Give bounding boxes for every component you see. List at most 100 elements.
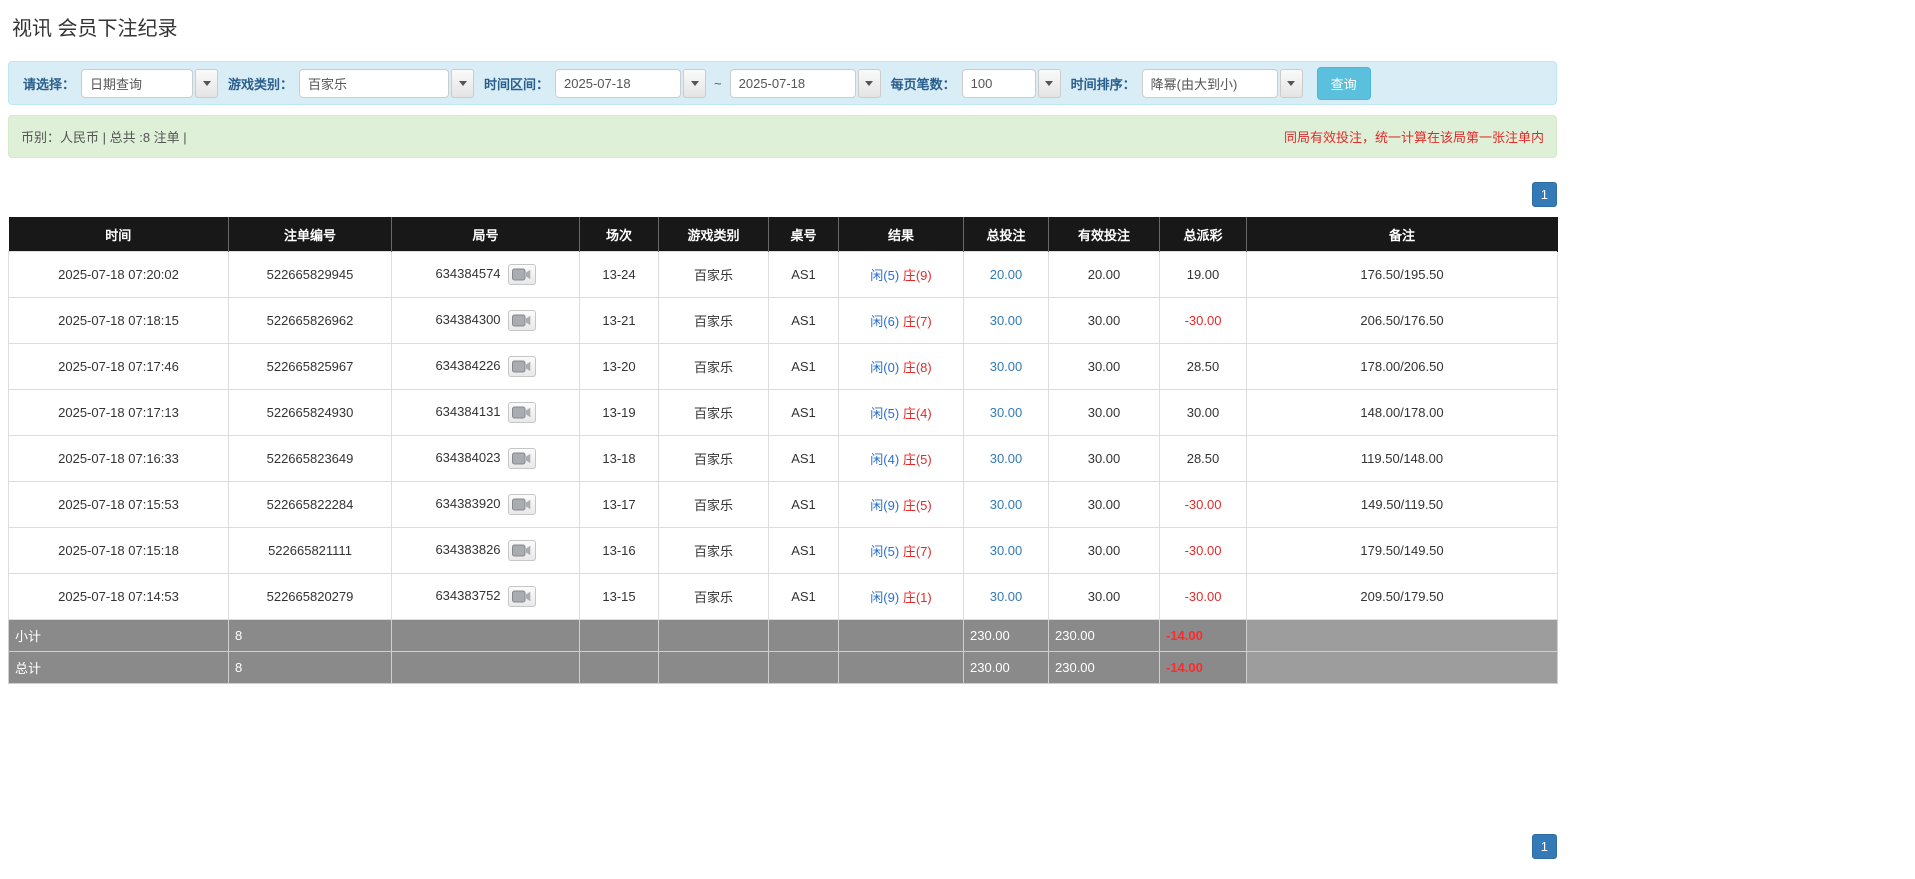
total-bet-link[interactable]: 30.00 [990, 497, 1023, 512]
video-replay-button[interactable] [507, 402, 536, 423]
session-cell: 13-20 [579, 343, 659, 390]
round-id-text: 634384574 [435, 265, 501, 281]
date-to-dropdown-button[interactable] [857, 68, 881, 98]
date-from-input[interactable] [555, 68, 682, 98]
sort-order-label: 时间排序： [1070, 76, 1136, 92]
page-size-input[interactable] [961, 68, 1036, 98]
video-replay-button[interactable] [507, 586, 536, 607]
query-type-input[interactable] [81, 68, 194, 98]
time-cell: 2025-07-18 07:16:33 [8, 435, 229, 482]
table-row: 2025-07-18 07:20:02 522665829945 6343845… [8, 251, 1558, 298]
total-bet-link[interactable]: 30.00 [990, 359, 1023, 374]
bet-id-cell: 522665829945 [228, 251, 392, 298]
round-id-text: 634383826 [435, 541, 501, 557]
video-replay-button[interactable] [507, 356, 536, 377]
table-row: 2025-07-18 07:16:33 522665823649 6343840… [8, 435, 1558, 482]
table-row: 2025-07-18 07:15:53 522665822284 6343839… [8, 481, 1558, 528]
result-banker: 庄(9) [902, 268, 932, 283]
valid-bet-cell: 20.00 [1048, 251, 1160, 298]
pagination-page-button[interactable]: 1 [1531, 182, 1557, 207]
total-bet-link[interactable]: 30.00 [990, 313, 1023, 328]
table-row: 2025-07-18 07:14:53 522665820279 6343837… [8, 573, 1558, 620]
query-type-combobox [81, 68, 219, 98]
subtotal-row: 小计 8 230.00 230.00 -14.00 [8, 619, 1558, 652]
remark-cell: 178.00/206.50 [1246, 343, 1558, 390]
table-row: 2025-07-18 07:17:46 522665825967 6343842… [8, 343, 1558, 390]
remark-cell: 206.50/176.50 [1246, 297, 1558, 344]
sort-order-input[interactable] [1141, 68, 1278, 98]
time-cell: 2025-07-18 07:17:46 [8, 343, 229, 390]
total-bet-link[interactable]: 30.00 [990, 451, 1023, 466]
subtotal-count: 8 [228, 619, 392, 652]
chevron-down-icon [865, 80, 874, 86]
round-id-cell: 634383752 [391, 573, 580, 620]
game-type-cell: 百家乐 [658, 573, 769, 620]
result-cell: 闲(5) 庄(9) [838, 251, 964, 298]
header-bet-id: 注单编号 [228, 217, 392, 252]
game-type-input[interactable] [299, 68, 450, 98]
header-result: 结果 [838, 217, 964, 252]
result-banker: 庄(7) [902, 544, 932, 559]
total-bet-link[interactable]: 30.00 [990, 405, 1023, 420]
result-player: 闲(6) [870, 314, 900, 329]
video-replay-button[interactable] [507, 448, 536, 469]
result-cell: 闲(4) 庄(5) [838, 435, 964, 482]
round-id-cell: 634384300 [391, 297, 580, 344]
remark-cell: 148.00/178.00 [1246, 389, 1558, 436]
subtotal-payout: -14.00 [1159, 619, 1247, 652]
round-id-text: 634384226 [435, 357, 501, 373]
session-cell: 13-19 [579, 389, 659, 436]
result-player: 闲(5) [870, 268, 900, 283]
header-valid-bet: 有效投注 [1048, 217, 1160, 252]
total-bet-link[interactable]: 30.00 [990, 543, 1023, 558]
table-row: 2025-07-18 07:15:18 522665821111 6343838… [8, 527, 1558, 574]
date-from-dropdown-button[interactable] [683, 68, 707, 98]
result-banker: 庄(8) [902, 360, 932, 375]
video-replay-button[interactable] [507, 264, 536, 285]
video-replay-button[interactable] [507, 540, 536, 561]
game-type-dropdown-button[interactable] [451, 68, 475, 98]
video-replay-button[interactable] [507, 310, 536, 331]
game-type-cell: 百家乐 [658, 343, 769, 390]
payout-cell: -30.00 [1159, 297, 1247, 344]
bet-id-cell: 522665824930 [228, 389, 392, 436]
page-title: 视讯 会员下注纪录 [12, 18, 178, 40]
header-time: 时间 [8, 217, 229, 252]
date-to-input[interactable] [729, 68, 856, 98]
result-banker: 庄(5) [902, 498, 932, 513]
round-id-text: 634384300 [435, 311, 501, 327]
time-cell: 2025-07-18 07:15:18 [8, 527, 229, 574]
total-total-bet: 230.00 [963, 651, 1049, 684]
total-payout: -14.00 [1159, 651, 1247, 684]
valid-bet-cell: 30.00 [1048, 435, 1160, 482]
total-bet-cell: 30.00 [963, 389, 1049, 436]
round-id-text: 634384023 [435, 449, 501, 465]
query-type-dropdown-button[interactable] [195, 68, 219, 98]
result-cell: 闲(6) 庄(7) [838, 297, 964, 344]
page-size-dropdown-button[interactable] [1037, 68, 1061, 98]
video-camera-icon [512, 544, 531, 557]
date-to-combobox [729, 68, 881, 98]
bet-records-table: 时间 注单编号 局号 场次 游戏类别 桌号 结果 总投注 有效投注 总派彩 备注… [8, 217, 1558, 684]
remark-cell: 179.50/149.50 [1246, 527, 1558, 574]
result-player: 闲(0) [870, 360, 900, 375]
payout-cell: 30.00 [1159, 389, 1247, 436]
game-type-cell: 百家乐 [658, 435, 769, 482]
round-id-cell: 634384574 [391, 251, 580, 298]
pagination-page-button[interactable]: 1 [1531, 834, 1557, 859]
round-id-cell: 634383920 [391, 481, 580, 528]
table-no-cell: AS1 [768, 389, 839, 436]
total-bet-link[interactable]: 20.00 [990, 267, 1023, 282]
time-cell: 2025-07-18 07:20:02 [8, 251, 229, 298]
sort-order-dropdown-button[interactable] [1279, 68, 1303, 98]
chevron-down-icon [1045, 80, 1054, 86]
video-replay-button[interactable] [507, 494, 536, 515]
total-bet-link[interactable]: 30.00 [990, 589, 1023, 604]
session-cell: 13-16 [579, 527, 659, 574]
header-total-bet: 总投注 [963, 217, 1049, 252]
search-button[interactable]: 查询 [1316, 66, 1371, 100]
game-type-cell: 百家乐 [658, 297, 769, 344]
round-id-cell: 634384226 [391, 343, 580, 390]
result-banker: 庄(1) [902, 590, 932, 605]
valid-bet-cell: 30.00 [1048, 297, 1160, 344]
